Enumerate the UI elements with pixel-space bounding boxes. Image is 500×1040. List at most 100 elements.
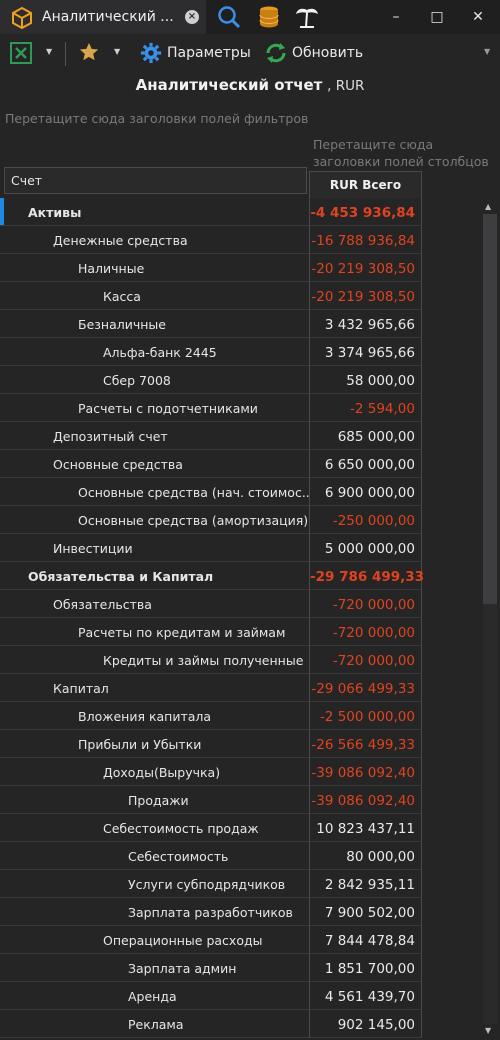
scrollbar-track[interactable] bbox=[483, 604, 497, 1024]
row-label[interactable]: Зарплата разработчиков bbox=[0, 898, 309, 926]
table-row[interactable]: Безналичные 3 432 965,66 bbox=[0, 310, 422, 338]
row-label[interactable]: Вложения капитала bbox=[0, 702, 309, 730]
search-icon[interactable] bbox=[216, 4, 242, 30]
row-label[interactable]: Продажи bbox=[0, 786, 309, 814]
row-label[interactable]: Основные средства (нач. стоимос... bbox=[0, 478, 309, 506]
row-value[interactable]: -250 000,00 bbox=[309, 506, 422, 534]
table-row[interactable]: Капитал -29 066 499,33 bbox=[0, 674, 422, 702]
row-value[interactable]: 10 823 437,11 bbox=[309, 814, 422, 842]
row-value[interactable]: 80 000,00 bbox=[309, 842, 422, 870]
minimize-icon[interactable]: – bbox=[386, 7, 406, 27]
row-label[interactable]: Обязательства bbox=[0, 590, 309, 618]
toolbar-overflow-icon[interactable]: ▼ bbox=[484, 47, 490, 56]
row-label[interactable]: Операционные расходы bbox=[0, 926, 309, 954]
window-close-icon[interactable]: ✕ bbox=[468, 7, 488, 27]
row-label[interactable]: Инвестиции bbox=[0, 534, 309, 562]
table-row[interactable]: Операционные расходы 7 844 478,84 bbox=[0, 926, 422, 954]
table-row[interactable]: Расчеты с подотчетниками -2 594,00 bbox=[0, 394, 422, 422]
table-row[interactable]: Касса -20 219 308,50 bbox=[0, 282, 422, 310]
table-row[interactable]: Наличные -20 219 308,50 bbox=[0, 254, 422, 282]
table-row[interactable]: Себестоимость продаж 10 823 437,11 bbox=[0, 814, 422, 842]
excel-dropdown-icon[interactable]: ▼ bbox=[46, 47, 56, 57]
table-row[interactable]: Аренда 4 561 439,70 bbox=[0, 982, 422, 1010]
maximize-icon[interactable]: □ bbox=[427, 7, 447, 27]
row-value[interactable]: -26 566 499,33 bbox=[309, 730, 422, 758]
row-label[interactable]: Расчеты с подотчетниками bbox=[0, 394, 309, 422]
table-row[interactable]: Активы -4 453 936,84 bbox=[0, 198, 422, 226]
row-label[interactable]: Реклама bbox=[0, 1010, 309, 1038]
row-value[interactable]: 7 844 478,84 bbox=[309, 926, 422, 954]
row-value[interactable]: 7 900 502,00 bbox=[309, 898, 422, 926]
row-label[interactable]: Касса bbox=[0, 282, 309, 310]
row-value[interactable]: -720 000,00 bbox=[309, 646, 422, 674]
table-row[interactable]: Себестоимость 80 000,00 bbox=[0, 842, 422, 870]
column-header[interactable]: RUR Всего bbox=[309, 171, 422, 198]
row-label[interactable]: Кредиты и займы полученные bbox=[0, 646, 309, 674]
row-value[interactable]: -20 219 308,50 bbox=[309, 282, 422, 310]
row-label[interactable]: Расчеты по кредитам и займам bbox=[0, 618, 309, 646]
row-value[interactable]: 2 842 935,11 bbox=[309, 870, 422, 898]
row-value[interactable]: 685 000,00 bbox=[309, 422, 422, 450]
table-row[interactable]: Продажи -39 086 092,40 bbox=[0, 786, 422, 814]
table-row[interactable]: Основные средства (нач. стоимос... 6 900 … bbox=[0, 478, 422, 506]
row-value[interactable]: 4 561 439,70 bbox=[309, 982, 422, 1010]
row-value[interactable]: 6 650 000,00 bbox=[309, 450, 422, 478]
table-row[interactable]: Обязательства -720 000,00 bbox=[0, 590, 422, 618]
row-label[interactable]: Основные средства bbox=[0, 450, 309, 478]
row-label[interactable]: Депозитный счет bbox=[0, 422, 309, 450]
row-label[interactable]: Зарплата админ bbox=[0, 954, 309, 982]
row-value[interactable]: -39 086 092,40 bbox=[309, 758, 422, 786]
table-row[interactable]: Альфа-банк 2445 3 374 965,66 bbox=[0, 338, 422, 366]
row-label[interactable]: Прибыли и Убытки bbox=[0, 730, 309, 758]
row-value[interactable]: 5 000 000,00 bbox=[309, 534, 422, 562]
database-icon[interactable] bbox=[256, 4, 282, 30]
table-row[interactable]: Основные средства 6 650 000,00 bbox=[0, 450, 422, 478]
refresh-icon[interactable] bbox=[264, 42, 288, 64]
table-row[interactable]: Обязательства и Капитал -29 786 499,33 bbox=[0, 562, 424, 590]
row-value[interactable]: -29 066 499,33 bbox=[309, 674, 422, 702]
table-row[interactable]: Реклама 902 145,00 bbox=[0, 1010, 422, 1038]
row-value[interactable]: -20 219 308,50 bbox=[309, 254, 422, 282]
table-row[interactable]: Услуги субподрядчиков 2 842 935,11 bbox=[0, 870, 422, 898]
row-value[interactable]: -720 000,00 bbox=[309, 590, 422, 618]
excel-icon[interactable] bbox=[10, 42, 32, 64]
row-label[interactable]: Себестоимость продаж bbox=[0, 814, 309, 842]
table-row[interactable]: Основные средства (амортизация) -250 000,… bbox=[0, 506, 422, 534]
row-label[interactable]: Альфа-банк 2445 bbox=[0, 338, 309, 366]
row-label[interactable]: Себестоимость bbox=[0, 842, 309, 870]
row-value[interactable]: -720 000,00 bbox=[309, 618, 422, 646]
table-row[interactable]: Сбер 7008 58 000,00 bbox=[0, 366, 422, 394]
table-row[interactable]: Депозитный счет 685 000,00 bbox=[0, 422, 422, 450]
row-value[interactable]: 902 145,00 bbox=[309, 1010, 422, 1038]
table-row[interactable]: Прибыли и Убытки -26 566 499,33 bbox=[0, 730, 422, 758]
row-label[interactable]: Обязательства и Капитал bbox=[0, 562, 309, 590]
row-value[interactable]: -4 453 936,84 bbox=[309, 198, 422, 226]
parameters-button[interactable]: Параметры bbox=[167, 45, 251, 61]
favorites-dropdown-icon[interactable]: ▼ bbox=[114, 47, 124, 57]
row-value[interactable]: 1 851 700,00 bbox=[309, 954, 422, 982]
row-value[interactable]: 3 374 965,66 bbox=[309, 338, 422, 366]
row-value[interactable]: 6 900 000,00 bbox=[309, 478, 422, 506]
row-value[interactable]: -2 594,00 bbox=[309, 394, 422, 422]
table-row[interactable]: Вложения капитала -2 500 000,00 bbox=[0, 702, 422, 730]
row-label[interactable]: Услуги субподрядчиков bbox=[0, 870, 309, 898]
row-label[interactable]: Аренда bbox=[0, 982, 309, 1010]
gear-icon[interactable] bbox=[140, 42, 162, 64]
row-label[interactable]: Денежные средства bbox=[0, 226, 309, 254]
row-label[interactable]: Доходы(Выручка) bbox=[0, 758, 309, 786]
table-row[interactable]: Кредиты и займы полученные -720 000,00 bbox=[0, 646, 422, 674]
row-value[interactable]: -16 788 936,84 bbox=[309, 226, 422, 254]
table-row[interactable]: Расчеты по кредитам и займам -720 000,00 bbox=[0, 618, 422, 646]
table-row[interactable]: Доходы(Выручка) -39 086 092,40 bbox=[0, 758, 422, 786]
table-row[interactable]: Зарплата админ 1 851 700,00 bbox=[0, 954, 422, 982]
scroll-down-icon[interactable]: ▼ bbox=[485, 1026, 491, 1035]
row-value[interactable]: 58 000,00 bbox=[309, 366, 422, 394]
row-value[interactable]: -2 500 000,00 bbox=[309, 702, 422, 730]
row-value[interactable]: 3 432 965,66 bbox=[309, 310, 422, 338]
row-label[interactable]: Безналичные bbox=[0, 310, 309, 338]
column-drop-zone[interactable]: Перетащите сюда заголовки полей столбцов bbox=[313, 136, 498, 170]
star-icon[interactable] bbox=[78, 41, 100, 63]
row-label[interactable]: Наличные bbox=[0, 254, 309, 282]
scroll-up-icon[interactable]: ▲ bbox=[485, 202, 491, 211]
row-value[interactable]: -39 086 092,40 bbox=[309, 786, 422, 814]
